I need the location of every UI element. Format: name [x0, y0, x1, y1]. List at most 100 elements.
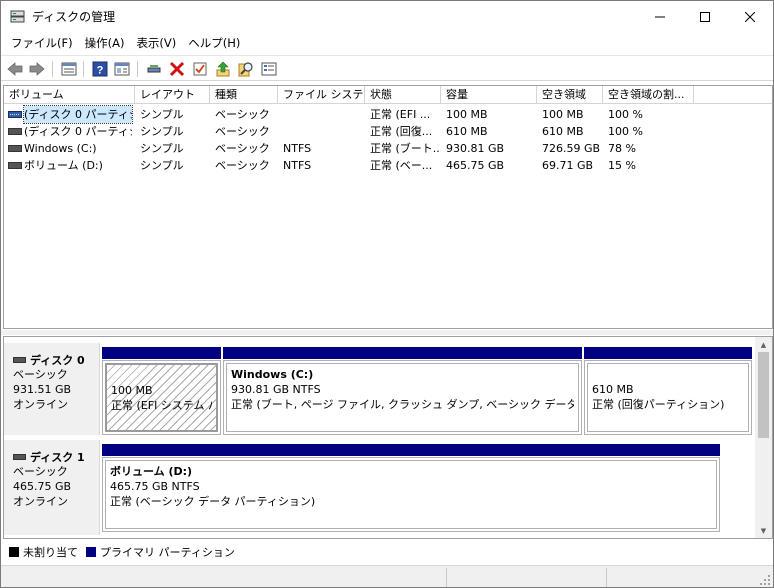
partition-bar [102, 444, 720, 456]
volume-free-space: 100 MB [542, 108, 584, 121]
volume-filesystem [283, 106, 365, 123]
search-icon [238, 62, 253, 77]
partition-content: ボリューム (D:) 465.75 GB NTFS 正常 (ベーシック データ … [105, 460, 717, 529]
disk-graphical-view: ディスク 0 ベーシック 931.51 GB オンライン 100 MB 正常 (… [3, 336, 773, 539]
volume-icon [8, 128, 22, 135]
partition-title [111, 368, 212, 383]
partition-windows-c[interactable]: Windows (C:) 930.81 GB NTFS 正常 (ブート, ページ… [223, 347, 582, 435]
partition-title: Windows (C:) [231, 368, 314, 381]
back-button[interactable] [5, 59, 25, 79]
volume-free-percent: 78 % [608, 142, 636, 155]
volume-row[interactable]: ボリューム (D:) シンプル ベーシック NTFS 正常 (ベー... 465… [4, 157, 772, 174]
volume-row[interactable]: Windows (C:) シンプル ベーシック NTFS 正常 (ブート... … [4, 140, 772, 157]
toolbar-separator [83, 61, 84, 77]
volume-icon [8, 111, 22, 118]
partition-volume-d[interactable]: ボリューム (D:) 465.75 GB NTFS 正常 (ベーシック データ … [102, 444, 720, 532]
check-icon [193, 62, 207, 76]
volume-filesystem [283, 123, 365, 140]
volume-row[interactable]: (ディスク 0 パーティシ... シンプル ベーシック 正常 (回復... 61… [4, 123, 772, 140]
properties-icon [114, 62, 130, 76]
settings-button[interactable] [259, 59, 279, 79]
toolbar-separator [137, 61, 138, 77]
partition-size: 465.75 GB NTFS [110, 480, 200, 493]
scroll-up-icon[interactable]: ▲ [759, 340, 768, 349]
disk-name: ディスク 1 [30, 451, 85, 464]
disk-0-label[interactable]: ディスク 0 ベーシック 931.51 GB オンライン [4, 343, 100, 435]
column-header-layout[interactable]: レイアウト [135, 86, 210, 104]
properties-button[interactable] [112, 59, 132, 79]
partition-status: 正常 (ブート, ページ ファイル, クラッシュ ダンプ, ベーシック データ … [231, 398, 574, 411]
menu-action[interactable]: 操作(A) [79, 33, 131, 53]
graph-vertical-scrollbar[interactable]: ▲ ▼ [755, 337, 772, 538]
disk-size: 931.51 GB [13, 383, 72, 396]
resize-grip-icon[interactable] [759, 574, 771, 586]
scroll-down-icon[interactable]: ▼ [759, 526, 768, 535]
volume-list-header: ボリューム レイアウト 種類 ファイル システム 状態 容量 空き領域 空き領域… [4, 86, 772, 104]
partition-title [592, 367, 744, 382]
column-header-volume[interactable]: ボリューム [4, 86, 135, 104]
column-header-capacity[interactable]: 容量 [441, 86, 537, 104]
menu-view[interactable]: 表示(V) [130, 33, 182, 53]
title-bar: ディスクの管理 [1, 1, 773, 32]
column-header-status[interactable]: 状態 [365, 86, 441, 104]
partition-body: ボリューム (D:) 465.75 GB NTFS 正常 (ベーシック データ … [102, 457, 720, 532]
volume-type: ベーシック [215, 108, 270, 121]
volume-icon [8, 145, 22, 152]
help-button[interactable]: ? [90, 59, 110, 79]
disk-kind: ベーシック [13, 368, 68, 381]
close-button[interactable] [727, 1, 773, 32]
forward-button[interactable] [27, 59, 47, 79]
partition-body: Windows (C:) 930.81 GB NTFS 正常 (ブート, ページ… [223, 360, 582, 435]
maximize-button[interactable] [682, 1, 728, 32]
volume-type: ベーシック [215, 159, 270, 172]
partition-size: 930.81 GB NTFS [231, 383, 321, 396]
volume-name: (ディスク 0 パーティシ... [23, 105, 133, 124]
maximize-icon [700, 11, 710, 22]
search-button[interactable] [236, 59, 256, 79]
volume-free-percent: 100 % [608, 125, 643, 138]
connect-icon [147, 65, 161, 73]
column-header-type[interactable]: 種類 [210, 86, 278, 104]
upload-button[interactable] [213, 59, 233, 79]
svg-text:?: ? [97, 65, 104, 77]
partition-efi[interactable]: 100 MB 正常 (EFI システム パー [102, 347, 221, 435]
menu-help[interactable]: ヘルプ(H) [182, 33, 246, 53]
column-header-free-space[interactable]: 空き領域 [537, 86, 603, 104]
volume-capacity: 930.81 GB [446, 142, 505, 155]
disk-size: 465.75 GB [13, 480, 72, 493]
pane-splitter[interactable] [1, 330, 773, 335]
volume-layout: シンプル [140, 159, 184, 172]
column-header-free-percent[interactable]: 空き領域の割... [603, 86, 694, 104]
volume-filesystem: NTFS [283, 159, 312, 172]
disk-icon [13, 357, 26, 363]
disk-name: ディスク 0 [30, 354, 85, 367]
volume-name: Windows (C:) [24, 142, 97, 155]
disk-kind: ベーシック [13, 465, 68, 478]
column-header-filesystem[interactable]: ファイル システム [278, 86, 365, 104]
check-button[interactable] [190, 59, 210, 79]
toolbar-separator [52, 61, 53, 77]
menu-file[interactable]: ファイル(F) [5, 33, 79, 53]
connect-button[interactable] [144, 59, 164, 79]
disk-1-label[interactable]: ディスク 1 ベーシック 465.75 GB オンライン [4, 440, 100, 535]
delete-button[interactable] [167, 59, 187, 79]
legend-label-primary: プライマリ パーティション [100, 546, 235, 559]
minimize-icon [655, 16, 665, 17]
list-view-button[interactable] [59, 59, 79, 79]
partition-bar [102, 347, 221, 359]
partition-status: 正常 (回復パーティション) [592, 398, 725, 411]
volume-icon [8, 162, 22, 169]
disk-management-app-icon [10, 10, 25, 23]
partition-content: Windows (C:) 930.81 GB NTFS 正常 (ブート, ページ… [226, 363, 579, 432]
scrollbar-thumb[interactable] [758, 352, 769, 438]
minimize-button[interactable] [637, 1, 683, 32]
disk-state: オンライン [13, 495, 68, 508]
list-view-icon [61, 62, 77, 76]
volume-capacity: 610 MB [446, 125, 488, 138]
partition-recovery[interactable]: 610 MB 正常 (回復パーティション) [584, 347, 752, 435]
volume-list: ボリューム レイアウト 種類 ファイル システム 状態 容量 空き領域 空き領域… [3, 85, 773, 329]
volume-row[interactable]: (ディスク 0 パーティシ... シンプル ベーシック 正常 (EFI ... … [4, 105, 772, 124]
volume-free-space: 726.59 GB [542, 142, 601, 155]
volume-layout: シンプル [140, 108, 184, 121]
volume-status: 正常 (ベー... [370, 159, 433, 172]
